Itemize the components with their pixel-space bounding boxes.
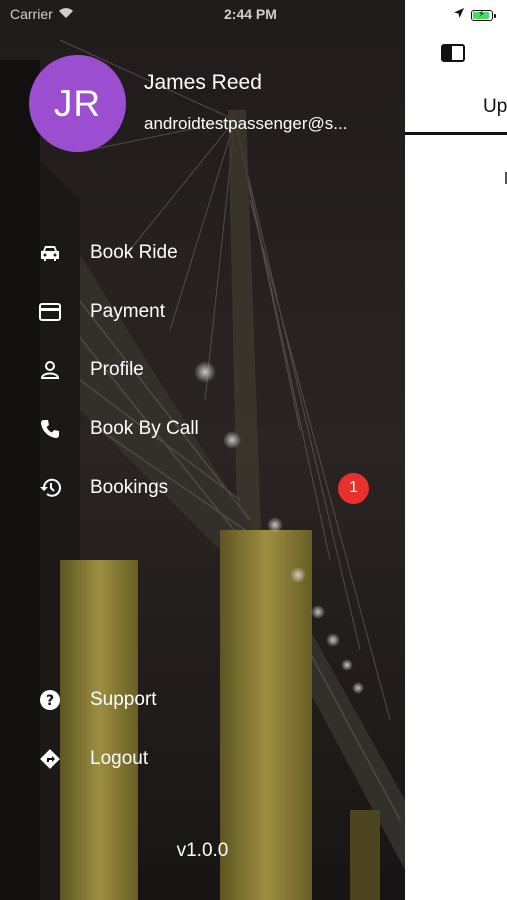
wifi-icon bbox=[58, 6, 74, 22]
menu-item-book-by-call[interactable]: Book By Call bbox=[0, 404, 405, 454]
menu-item-support[interactable]: ? Support bbox=[0, 675, 405, 725]
menu-item-book-ride[interactable]: Book Ride bbox=[0, 228, 405, 278]
menu-label-support: Support bbox=[90, 689, 157, 710]
location-arrow-icon bbox=[453, 6, 465, 24]
sidebar-toggle-icon[interactable] bbox=[441, 44, 465, 62]
status-bar: Carrier 2:44 PM bbox=[0, 0, 405, 28]
menu-label-bookings: Bookings bbox=[90, 477, 169, 498]
app-version: v1.0.0 bbox=[176, 840, 229, 861]
menu-label-book-ride: Book Ride bbox=[90, 242, 178, 263]
status-bar-right: ⚡ bbox=[405, 0, 507, 28]
menu-label-profile: Profile bbox=[90, 359, 144, 380]
menu-item-bookings[interactable]: Bookings 1 bbox=[0, 463, 405, 513]
tab-bar: Up bbox=[405, 80, 507, 135]
directions-icon bbox=[38, 747, 62, 771]
status-time: 2:44 PM bbox=[224, 6, 277, 22]
car-icon bbox=[38, 241, 62, 265]
help-icon: ? bbox=[38, 688, 62, 712]
menu-label-book-by-call: Book By Call bbox=[90, 418, 199, 439]
carrier-label: Carrier bbox=[10, 6, 53, 22]
history-icon bbox=[38, 476, 62, 500]
navigation-drawer: Carrier 2:44 PM JR James Reed androidtes… bbox=[0, 0, 405, 900]
svg-text:?: ? bbox=[46, 693, 54, 709]
user-name: James Reed bbox=[144, 71, 262, 94]
menu-label-payment: Payment bbox=[90, 301, 165, 322]
battery-icon: ⚡ bbox=[471, 9, 496, 21]
credit-card-icon bbox=[38, 300, 62, 324]
menu-item-payment[interactable]: Payment bbox=[0, 287, 405, 337]
menu-item-profile[interactable]: Profile bbox=[0, 345, 405, 395]
menu-item-logout[interactable]: Logout bbox=[0, 734, 405, 784]
phone-icon bbox=[38, 417, 62, 441]
person-icon bbox=[38, 358, 62, 382]
main-app-screen: ⚡ Up bbox=[405, 0, 507, 900]
bookings-count-badge: 1 bbox=[338, 472, 369, 504]
menu-label-logout: Logout bbox=[90, 748, 149, 769]
avatar[interactable]: JR bbox=[29, 55, 126, 152]
user-email: androidtestpassenger@s... bbox=[144, 114, 348, 133]
tab-upcoming[interactable]: Up bbox=[483, 96, 507, 118]
